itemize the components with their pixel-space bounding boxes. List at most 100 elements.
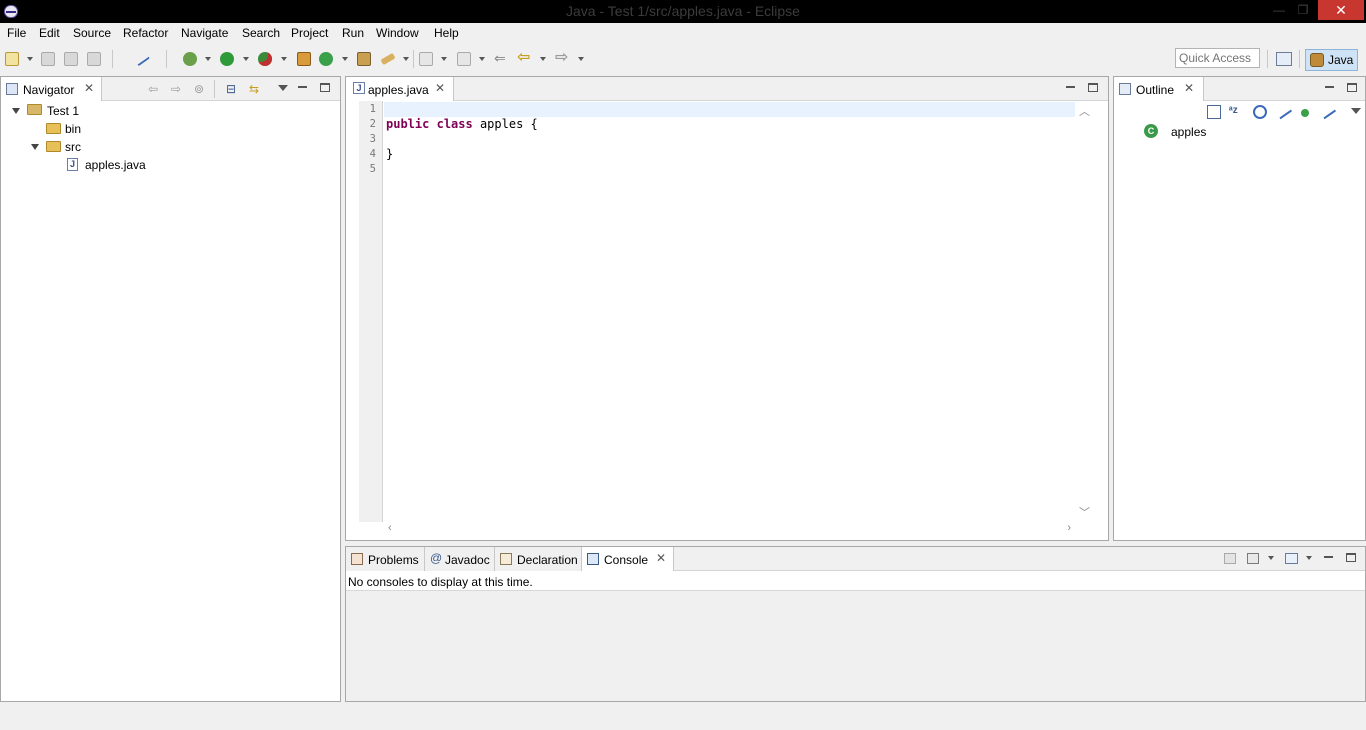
tab-javadoc[interactable]: @ Javadoc [425,547,495,571]
forward-icon[interactable]: ⇨ [169,83,183,95]
chevron-down-icon[interactable] [243,57,249,61]
tree-item-test-1[interactable]: Test 1 [1,102,301,120]
tree-expand-icon[interactable] [31,144,39,150]
chevron-down-icon[interactable] [479,57,485,61]
go-up-icon[interactable]: ⊚ [192,83,206,95]
minimize-button[interactable]: — [1268,0,1290,20]
view-menu-icon[interactable] [1351,108,1361,114]
save-all-icon[interactable] [64,52,78,66]
chevron-down-icon[interactable] [540,57,546,61]
open-type-icon[interactable] [357,52,371,66]
new-java-class-icon[interactable] [319,52,333,66]
tree-item-apples-java[interactable]: J apples.java [1,156,301,174]
sort-icon[interactable]: ᵃz [1229,105,1243,119]
previous-annotation-icon[interactable] [457,52,471,66]
display-selected-console-icon[interactable] [1247,553,1259,564]
hide-static-icon[interactable] [1275,104,1293,120]
maximize-view-icon[interactable] [1347,83,1357,92]
keyword-public: public [386,117,430,131]
view-menu-icon[interactable] [278,85,288,91]
skip-breakpoints-icon[interactable] [133,51,151,67]
chevron-down-icon[interactable] [27,57,33,61]
chevron-down-icon[interactable] [403,57,409,61]
scroll-down-icon[interactable]: ﹀ [1079,504,1090,520]
chevron-down-icon[interactable] [342,57,348,61]
menu-source[interactable]: Source [73,26,111,40]
keyword-class: class [436,117,473,131]
next-annotation-icon[interactable] [419,52,433,66]
hide-fields-icon[interactable] [1253,105,1267,119]
scroll-left-icon[interactable]: ‹ [388,522,392,534]
new-java-package-icon[interactable] [297,52,311,66]
close-icon[interactable]: ✕ [435,82,446,94]
minimize-view-icon[interactable] [1066,83,1075,88]
tab-outline[interactable]: Outline ✕ [1114,77,1204,101]
hide-local-types-icon[interactable] [1319,104,1337,120]
scroll-right-icon[interactable]: › [1067,522,1071,534]
quick-access-input[interactable] [1175,48,1260,68]
tab-console[interactable]: Console ✕ [582,547,674,571]
save-icon[interactable] [41,52,55,66]
search-icon[interactable] [380,52,396,66]
pin-console-icon[interactable] [1224,553,1236,564]
tree-item-bin[interactable]: bin [1,120,301,138]
open-perspective-icon[interactable] [1276,52,1292,66]
menu-edit[interactable]: Edit [39,26,60,40]
forward-icon[interactable]: ⇨ [555,50,569,66]
coverage-icon[interactable] [258,52,272,66]
last-edit-location-icon[interactable]: ⇐ [494,51,508,66]
collapse-all-icon[interactable]: ⊟ [224,83,238,95]
chevron-down-icon[interactable] [281,57,287,61]
open-console-icon[interactable] [1285,553,1298,564]
minimize-view-icon[interactable] [1324,553,1333,558]
menu-run[interactable]: Run [342,26,364,40]
horizontal-scrollbar[interactable]: ‹ › [384,522,1075,536]
hide-non-public-icon[interactable] [1301,109,1309,117]
chevron-down-icon[interactable] [205,57,211,61]
vertical-scrollbar[interactable]: ︿ ﹀ [1076,101,1090,522]
outline-item-apples[interactable]: C apples [1144,124,1344,142]
tab-apples-java[interactable]: J apples.java ✕ [346,77,454,101]
chevron-down-icon[interactable] [441,57,447,61]
restore-button[interactable]: ❐ [1292,0,1314,20]
menu-search[interactable]: Search [242,26,280,40]
menu-refactor[interactable]: Refactor [123,26,168,40]
chevron-down-icon[interactable] [1268,556,1274,560]
console-output-area[interactable] [346,590,1365,701]
close-icon[interactable]: ✕ [1184,82,1195,94]
chevron-down-icon[interactable] [578,57,584,61]
chevron-down-icon[interactable] [1306,556,1312,560]
run-icon[interactable] [220,52,234,66]
tab-navigator[interactable]: Navigator ✕ [1,77,102,101]
tab-declaration[interactable]: Declaration [495,547,582,571]
new-wizard-icon[interactable] [5,52,19,66]
code-line-4[interactable]: } [386,147,393,161]
menu-project[interactable]: Project [291,26,328,40]
menu-window[interactable]: Window [376,26,419,40]
menu-navigate[interactable]: Navigate [181,26,228,40]
tree-expand-icon[interactable] [12,108,20,114]
tab-problems[interactable]: Problems [346,547,425,571]
maximize-view-icon[interactable] [1346,553,1356,562]
maximize-view-icon[interactable] [320,83,330,92]
back-icon[interactable]: ⇦ [146,83,160,95]
close-button[interactable]: ✕ [1318,0,1364,20]
folder-icon [46,141,61,152]
close-icon[interactable]: ✕ [656,552,667,564]
minimize-view-icon[interactable] [298,83,307,88]
maximize-view-icon[interactable] [1088,83,1098,92]
menu-help[interactable]: Help [434,26,459,40]
menu-file[interactable]: File [7,26,26,40]
collapse-all-icon[interactable] [1207,105,1221,119]
back-icon[interactable]: ⇦ [517,50,531,66]
perspective-java-button[interactable]: Java [1305,49,1358,71]
console-message: No consoles to display at this time. [348,575,533,589]
scroll-up-icon[interactable]: ︿ [1079,103,1090,119]
tree-item-src[interactable]: src [1,138,301,156]
code-line-2[interactable]: public class apples { [386,117,538,131]
debug-icon[interactable] [183,52,197,66]
minimize-view-icon[interactable] [1325,83,1334,88]
close-icon[interactable]: ✕ [84,82,95,94]
print-icon[interactable] [87,52,101,66]
link-with-editor-icon[interactable]: ⇆ [247,83,261,95]
